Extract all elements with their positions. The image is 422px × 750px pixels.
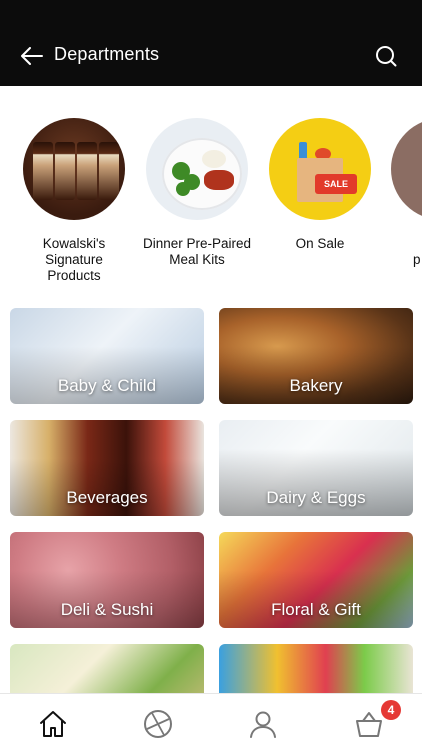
nav-account[interactable] [245, 706, 281, 742]
arrow-left-icon [21, 47, 43, 65]
cart-count-badge: 4 [381, 700, 401, 720]
nav-explore[interactable] [140, 706, 176, 742]
featured-item-label: p [413, 252, 421, 267]
bottom-nav [0, 693, 422, 750]
department-tile-floral-gift[interactable]: Floral & Gift [219, 532, 413, 628]
featured-carousel[interactable]: Kowalski's Signature Products Dinner Pre… [0, 112, 422, 292]
department-tile-dairy-eggs[interactable]: Dairy & Eggs [219, 420, 413, 516]
department-label: Beverages [66, 488, 148, 507]
featured-item-label: On Sale [295, 236, 345, 251]
department-tile-beverages[interactable]: Beverages [10, 420, 204, 516]
search-button[interactable] [370, 40, 402, 72]
user-icon [250, 711, 276, 738]
department-label: Deli & Sushi [60, 600, 154, 619]
department-label: Bakery [289, 376, 343, 395]
department-label: Baby & Child [57, 376, 157, 395]
department-tile-deli-sushi[interactable]: Deli & Sushi [10, 532, 204, 628]
department-tile-baby-child[interactable]: Baby & Child [10, 308, 204, 404]
featured-item-meal-kits[interactable]: Dinner Pre-Paired Meal Kits [142, 112, 252, 268]
page-title: Departments [54, 44, 160, 64]
sale-tag: SALE [315, 174, 357, 194]
featured-item-on-sale[interactable]: SALE On Sale [265, 112, 375, 252]
home-icon [40, 711, 66, 737]
basket-icon [356, 712, 382, 737]
department-label: Floral & Gift [271, 600, 361, 619]
app-header: Departments [0, 0, 422, 86]
on-sale-image: SALE [269, 118, 371, 220]
department-tile-bakery[interactable]: Bakery [219, 308, 413, 404]
back-button[interactable] [16, 40, 48, 72]
partial-item-image [391, 118, 422, 220]
meal-kits-image [146, 118, 248, 220]
featured-item-label: Kowalski's Signature Products [42, 236, 106, 283]
featured-item-label: Dinner Pre-Paired Meal Kits [142, 236, 252, 267]
kowalski-products-image [23, 118, 125, 220]
search-icon [376, 46, 397, 67]
featured-item-kowalski[interactable]: Kowalski's Signature Products [19, 112, 129, 284]
nav-home[interactable] [35, 706, 71, 742]
aperture-icon [144, 710, 172, 738]
department-label: Dairy & Eggs [266, 488, 366, 507]
featured-item-partial[interactable]: p [387, 112, 422, 268]
